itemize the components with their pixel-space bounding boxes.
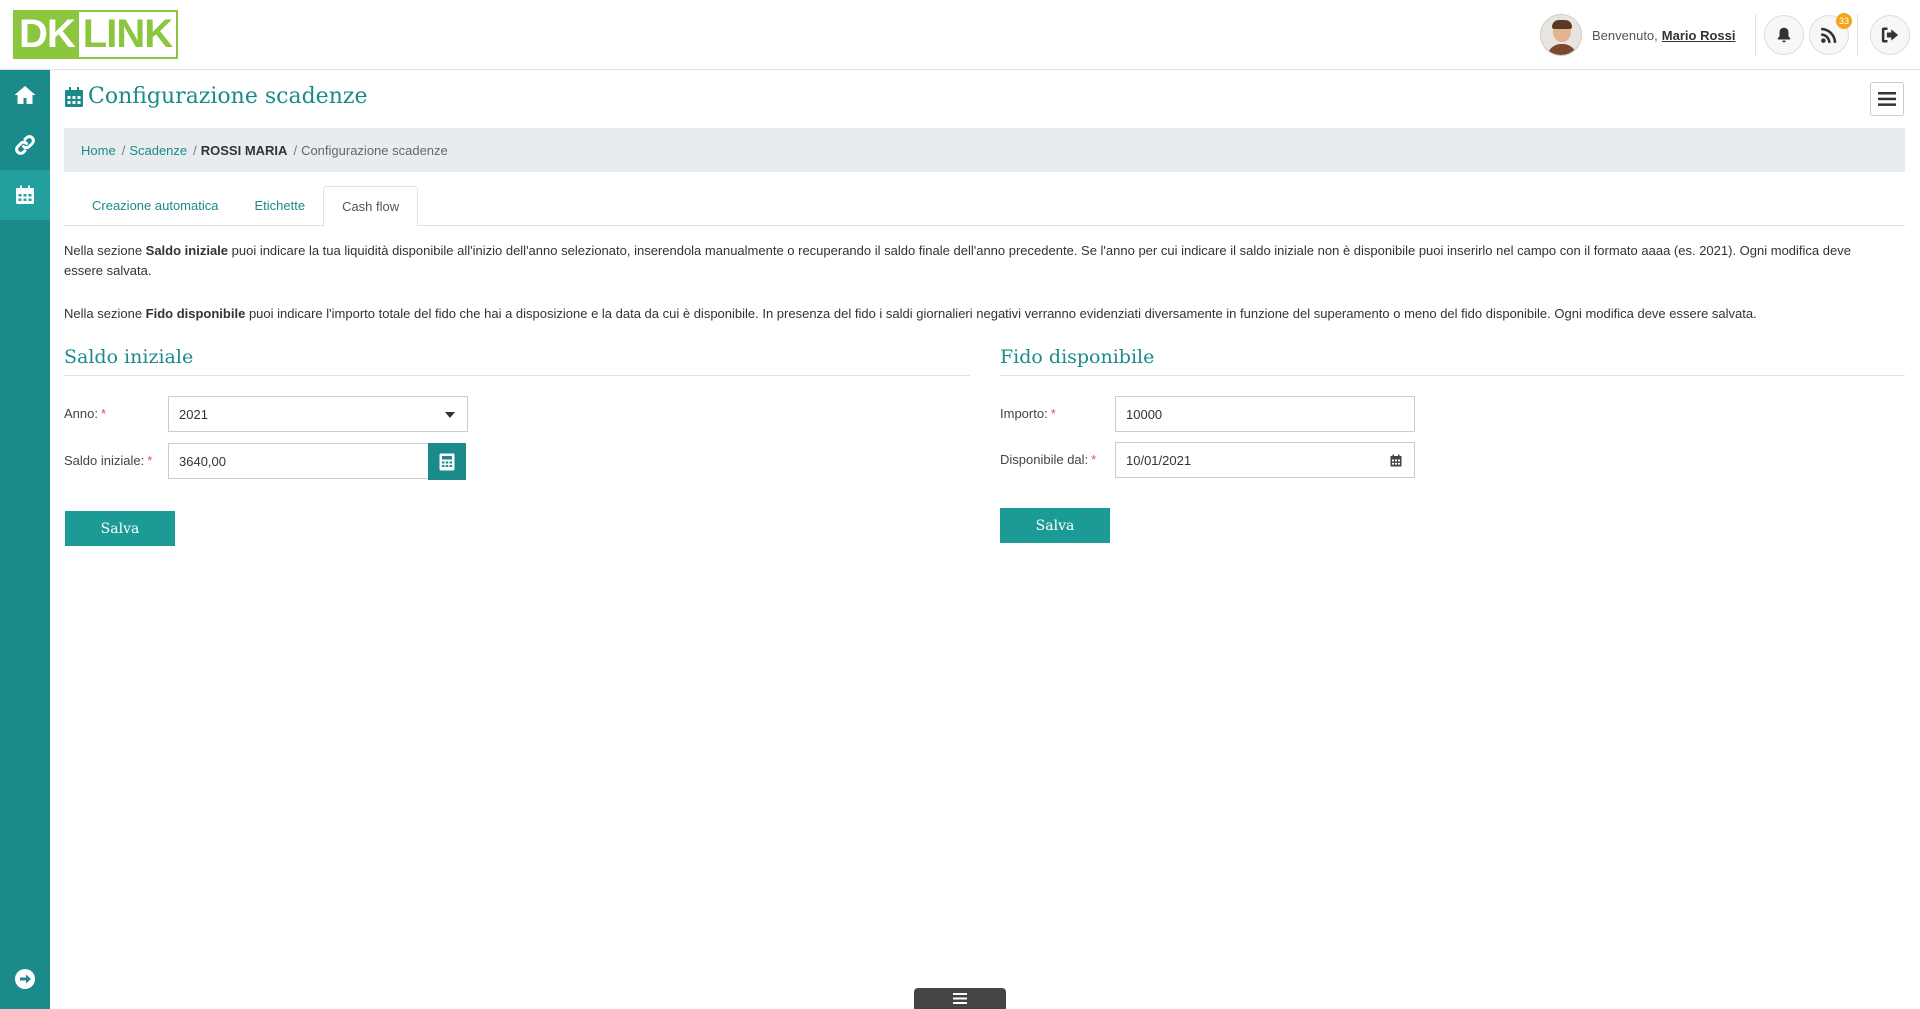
required-mark: *: [1091, 452, 1097, 467]
calendar-icon[interactable]: [1390, 454, 1402, 467]
sidebar-expand-button[interactable]: [0, 959, 50, 999]
importo-value: 10000: [1126, 406, 1163, 422]
fido-save-button[interactable]: Salva: [1000, 508, 1110, 543]
disponibile-dal-label-text: Disponibile dal:: [1000, 452, 1089, 467]
breadcrumb-separator: /: [193, 142, 197, 158]
anno-select-value: 2021: [179, 406, 208, 422]
avatar[interactable]: [1540, 14, 1582, 56]
welcome-label: Benvenuto,: [1592, 27, 1658, 43]
breadcrumb-client: ROSSI MARIA: [200, 142, 288, 158]
calendar-icon: [65, 86, 83, 107]
header-divider: [1755, 14, 1756, 56]
saldo-label: Saldo iniziale: *: [64, 453, 152, 468]
fido-section-title: Fido disponibile: [1000, 346, 1155, 368]
feed-count-badge: 33: [1836, 13, 1852, 29]
calendar-icon: [16, 185, 34, 204]
required-mark: *: [147, 453, 153, 468]
calculate-saldo-button[interactable]: [428, 443, 466, 480]
desc-text: puoi indicare l'importo totale del fido …: [245, 306, 1757, 321]
bell-icon: [1777, 27, 1791, 43]
disponibile-dal-label: Disponibile dal: *: [1000, 452, 1096, 467]
hamburger-icon: [1878, 92, 1896, 106]
disponibile-dal-datepicker[interactable]: 10/01/2021: [1115, 442, 1415, 478]
breadcrumb-scadenze[interactable]: Scadenze: [129, 143, 187, 158]
disponibile-dal-value: 10/01/2021: [1126, 452, 1192, 468]
saldo-save-button[interactable]: Salva: [65, 511, 175, 546]
logout-button[interactable]: [1870, 15, 1910, 55]
bottom-drawer-handle[interactable]: [914, 988, 1006, 1009]
logo-link: LINK: [78, 12, 177, 57]
anno-label: Anno: *: [64, 406, 106, 421]
feed-button[interactable]: 33: [1809, 13, 1852, 55]
header-divider: [1857, 14, 1858, 56]
anno-label-text: Anno:: [64, 406, 98, 421]
saldo-label-text: Saldo iniziale:: [64, 453, 145, 468]
caret-down-icon: [445, 412, 455, 418]
notifications-button[interactable]: [1764, 15, 1804, 55]
description-fido: Nella sezione Fido disponibile puoi indi…: [64, 304, 1864, 324]
desc-bold: Fido disponibile: [145, 306, 246, 321]
page-title: Configurazione scadenze: [64, 84, 367, 109]
anno-select[interactable]: 2021: [168, 396, 468, 432]
description-saldo: Nella sezione Saldo iniziale puoi indica…: [64, 241, 1864, 281]
logout-icon: [1881, 27, 1899, 43]
desc-text: Nella sezione: [64, 243, 146, 258]
breadcrumb-home[interactable]: Home: [81, 143, 116, 158]
arrow-circle-right-icon: [15, 969, 35, 989]
required-mark: *: [1050, 406, 1056, 421]
section-divider: [1000, 375, 1905, 376]
sidebar-item-scadenze[interactable]: [0, 170, 50, 220]
importo-label: Importo: *: [1000, 406, 1056, 421]
tab-bar: Creazione automatica Etichette Cash flow: [64, 186, 1905, 227]
home-icon: [14, 86, 36, 104]
tab-creazione-automatica[interactable]: Creazione automatica: [64, 186, 236, 226]
dklink-logo[interactable]: DK LINK: [13, 10, 179, 59]
sidebar-item-home[interactable]: [0, 70, 50, 120]
sidebar: [0, 70, 50, 1009]
tab-cash-flow[interactable]: Cash flow: [323, 186, 419, 227]
link-icon: [15, 135, 35, 155]
breadcrumb-separator: /: [293, 142, 298, 158]
saldo-iniziale-input[interactable]: 3640,00: [168, 443, 430, 479]
page-menu-button[interactable]: [1870, 82, 1904, 116]
breadcrumb: Home / Scadenze / ROSSI MARIA / Configur…: [64, 128, 1905, 172]
user-info: Benvenuto, Mario Rossi: [1540, 14, 1735, 56]
page-title-text: Configurazione scadenze: [88, 84, 368, 109]
top-header: DK LINK Benvenuto, Mario Rossi 33: [0, 0, 1920, 70]
rss-icon: [1821, 27, 1837, 43]
saldo-section-title: Saldo iniziale: [64, 346, 194, 368]
breadcrumb-separator: /: [121, 142, 126, 158]
importo-input[interactable]: 10000: [1115, 396, 1415, 432]
sidebar-item-links[interactable]: [0, 120, 50, 170]
user-name-link[interactable]: Mario Rossi: [1662, 28, 1736, 43]
desc-text: puoi indicare la tua liquidità disponibi…: [64, 243, 1851, 278]
calculator-icon: [439, 453, 455, 470]
section-divider: [64, 375, 970, 376]
tab-etichette[interactable]: Etichette: [236, 186, 323, 226]
welcome-text: Benvenuto, Mario Rossi: [1592, 28, 1735, 43]
saldo-iniziale-value: 3640,00: [179, 453, 226, 469]
logo-dk: DK: [15, 12, 79, 57]
breadcrumb-current: Configurazione scadenze: [301, 142, 448, 158]
importo-label-text: Importo:: [1000, 406, 1048, 421]
hamburger-icon: [953, 993, 967, 1004]
desc-bold: Saldo iniziale: [145, 243, 229, 258]
desc-text: Nella sezione: [64, 306, 146, 321]
required-mark: *: [100, 406, 107, 421]
